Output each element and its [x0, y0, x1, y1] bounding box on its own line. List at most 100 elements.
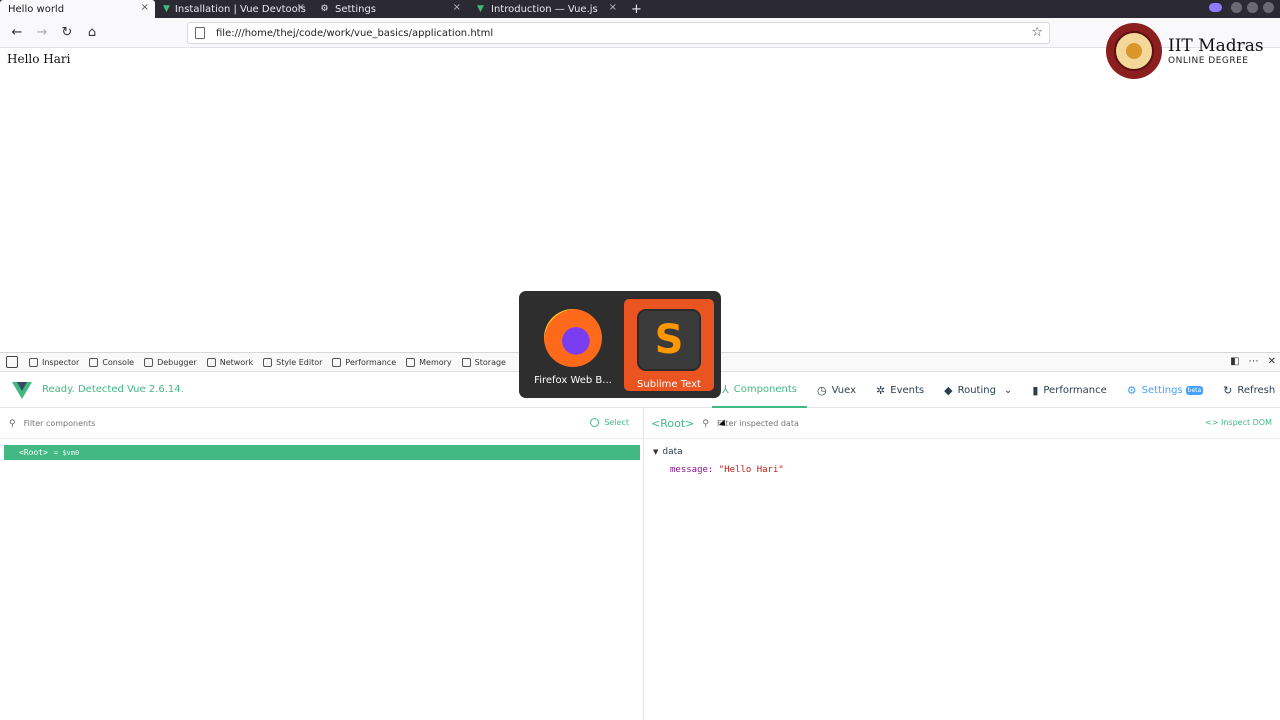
browser-nav-bar: ← → ↻ ⌂ file:///home/thej/code/work/vue_…: [0, 18, 1280, 48]
refresh-button[interactable]: ↻ Refresh: [1213, 372, 1280, 408]
vue-devtools-nav: ⅄ Components ◷ Vuex ✲ Events ◆ Routing ⌄ ▮ Per…: [712, 372, 1280, 408]
app-switcher-item-firefox[interactable]: Firefox Web B...: [528, 299, 618, 391]
settings-icon: ⚙: [1126, 383, 1137, 397]
gear-icon: ⚙: [320, 4, 329, 14]
element-picker-icon[interactable]: [6, 356, 18, 368]
maximize-button[interactable]: [1247, 2, 1258, 13]
chart-icon: ▮: [1032, 383, 1039, 397]
tab-vue-introduction[interactable]: ▼ Introduction — Vue.js ×: [467, 0, 623, 18]
logo-title: IIT Madras: [1168, 36, 1264, 56]
devtools-tab-memory[interactable]: Memory: [401, 357, 457, 367]
app-switcher-overlay: Firefox Web B... S Sublime Text: [519, 291, 721, 398]
network-icon: [206, 357, 216, 367]
app-label: Firefox Web B...: [534, 374, 612, 386]
reload-button[interactable]: ↻: [56, 22, 78, 44]
app-switcher-item-sublime[interactable]: S Sublime Text: [624, 298, 714, 391]
tab-close-icon[interactable]: ×: [609, 2, 617, 13]
tab-vue-devtools-installation[interactable]: ▼ Installation | Vue Devtools ×: [155, 0, 311, 18]
iit-madras-seal-icon: [1106, 23, 1162, 79]
forward-button[interactable]: →: [31, 22, 53, 44]
dock-icon[interactable]: ◧: [1230, 356, 1239, 367]
devtools-tab-debugger[interactable]: Debugger: [139, 357, 202, 367]
browser-tab-bar: Hello world × ▼ Installation | Vue Devto…: [0, 0, 1280, 18]
app-label: Sublime Text: [637, 378, 701, 390]
performance-icon: [332, 357, 342, 367]
devtools-tab-performance[interactable]: Performance: [327, 357, 401, 367]
tab-settings[interactable]: ⚙ Settings ×: [311, 0, 467, 18]
back-button[interactable]: ←: [6, 22, 28, 44]
inspector-icon: [29, 357, 38, 367]
tab-title: Settings: [335, 3, 377, 15]
tab-events[interactable]: ✲ Events: [866, 372, 934, 408]
extension-icon[interactable]: [1209, 3, 1222, 12]
devtools-tab-console[interactable]: Console: [84, 357, 139, 367]
inspected-component-title: <Root>: [651, 417, 695, 430]
sublime-text-icon: S: [637, 308, 701, 371]
tab-components[interactable]: ⅄ Components: [712, 372, 808, 408]
chevron-down-icon: ⌄: [1003, 384, 1013, 396]
property-value: "Hello Hari": [718, 465, 784, 475]
data-property-row[interactable]: message: "Hello Hari": [670, 465, 1280, 475]
close-devtools-icon[interactable]: ✕: [1268, 356, 1276, 367]
tab-close-icon[interactable]: ×: [297, 2, 305, 13]
devtools-tab-network[interactable]: Network: [202, 357, 258, 367]
filter-inspected-data-input[interactable]: [716, 419, 1017, 428]
firefox-icon: [544, 308, 602, 367]
vue-status-text: Ready. Detected Vue 2.6.14.: [42, 384, 184, 395]
beta-badge: beta: [1185, 385, 1204, 395]
close-window-button[interactable]: [1263, 2, 1274, 13]
devtools-tab-inspector[interactable]: Inspector: [24, 357, 84, 367]
page-body-text: Hello Hari: [7, 52, 71, 66]
page-icon: [195, 27, 205, 39]
data-section-label: data: [662, 447, 683, 457]
new-tab-button[interactable]: +: [623, 0, 650, 18]
vue-icon: ▼: [477, 4, 484, 14]
devtools-tab-style-editor[interactable]: Style Editor: [258, 357, 327, 367]
more-options-icon[interactable]: ⋯: [1249, 356, 1259, 367]
url-text: file:///home/thej/code/work/vue_basics/a…: [216, 27, 494, 39]
data-section-toggle[interactable]: ▼ data: [653, 447, 1280, 457]
tab-performance[interactable]: ▮ Performance: [1022, 372, 1116, 408]
history-icon: ◷: [817, 383, 827, 397]
search-icon: ⚲: [702, 418, 709, 429]
logo-subtitle: ONLINE DEGREE: [1168, 56, 1249, 66]
components-tree-pane: ⚲ Select <Root> = $vm0: [0, 409, 644, 720]
minimize-button[interactable]: [1231, 2, 1242, 13]
devtools-tab-storage[interactable]: Storage: [457, 357, 511, 367]
tab-hello-world[interactable]: Hello world ×: [0, 0, 155, 18]
caret-down-icon: ▼: [653, 448, 659, 456]
events-icon: ✲: [876, 383, 886, 397]
inspected-data-header: <Root> ⚲ <> Inspect DOM: [645, 409, 1280, 439]
tab-title: Installation | Vue Devtools: [174, 3, 306, 15]
filter-components-input[interactable]: [23, 419, 324, 428]
tab-title: Introduction — Vue.js: [491, 3, 598, 15]
routing-icon: ◆: [944, 383, 953, 397]
back-arrow-icon: ←: [11, 25, 23, 40]
tab-vuex[interactable]: ◷ Vuex: [807, 372, 866, 408]
tab-routing[interactable]: ◆ Routing ⌄: [934, 372, 1022, 408]
refresh-icon: ↻: [1223, 383, 1233, 397]
component-tree-row-root[interactable]: <Root> = $vm0: [4, 445, 640, 460]
tab-settings-vue[interactable]: ⚙ Settings beta: [1117, 372, 1213, 408]
select-component-button[interactable]: Select: [590, 418, 629, 427]
inspect-dom-button[interactable]: <> Inspect DOM: [1205, 418, 1272, 427]
style-editor-icon: [263, 357, 273, 367]
url-bar[interactable]: file:///home/thej/code/work/vue_basics/a…: [187, 22, 1050, 44]
iit-madras-logo: IIT Madras ONLINE DEGREE: [1106, 22, 1278, 80]
console-icon: [89, 357, 99, 367]
tab-title: Hello world: [8, 3, 65, 15]
memory-icon: [406, 357, 416, 367]
reload-icon: ↻: [61, 25, 73, 40]
components-icon: ⅄: [722, 382, 729, 396]
bookmark-star-icon[interactable]: ☆: [1031, 25, 1043, 40]
vue-logo-icon: [12, 380, 32, 400]
home-icon: ⌂: [87, 25, 97, 40]
storage-icon: [461, 357, 471, 367]
vue-icon: ▼: [163, 4, 170, 14]
tab-close-icon[interactable]: ×: [141, 2, 149, 13]
home-button[interactable]: ⌂: [81, 22, 103, 44]
inspected-data-pane: <Root> ⚲ <> Inspect DOM ▼ data message: …: [645, 409, 1280, 720]
search-icon: ⚲: [9, 418, 16, 429]
tab-close-icon[interactable]: ×: [453, 2, 461, 13]
root-vm-label: = $vm0: [53, 448, 80, 457]
